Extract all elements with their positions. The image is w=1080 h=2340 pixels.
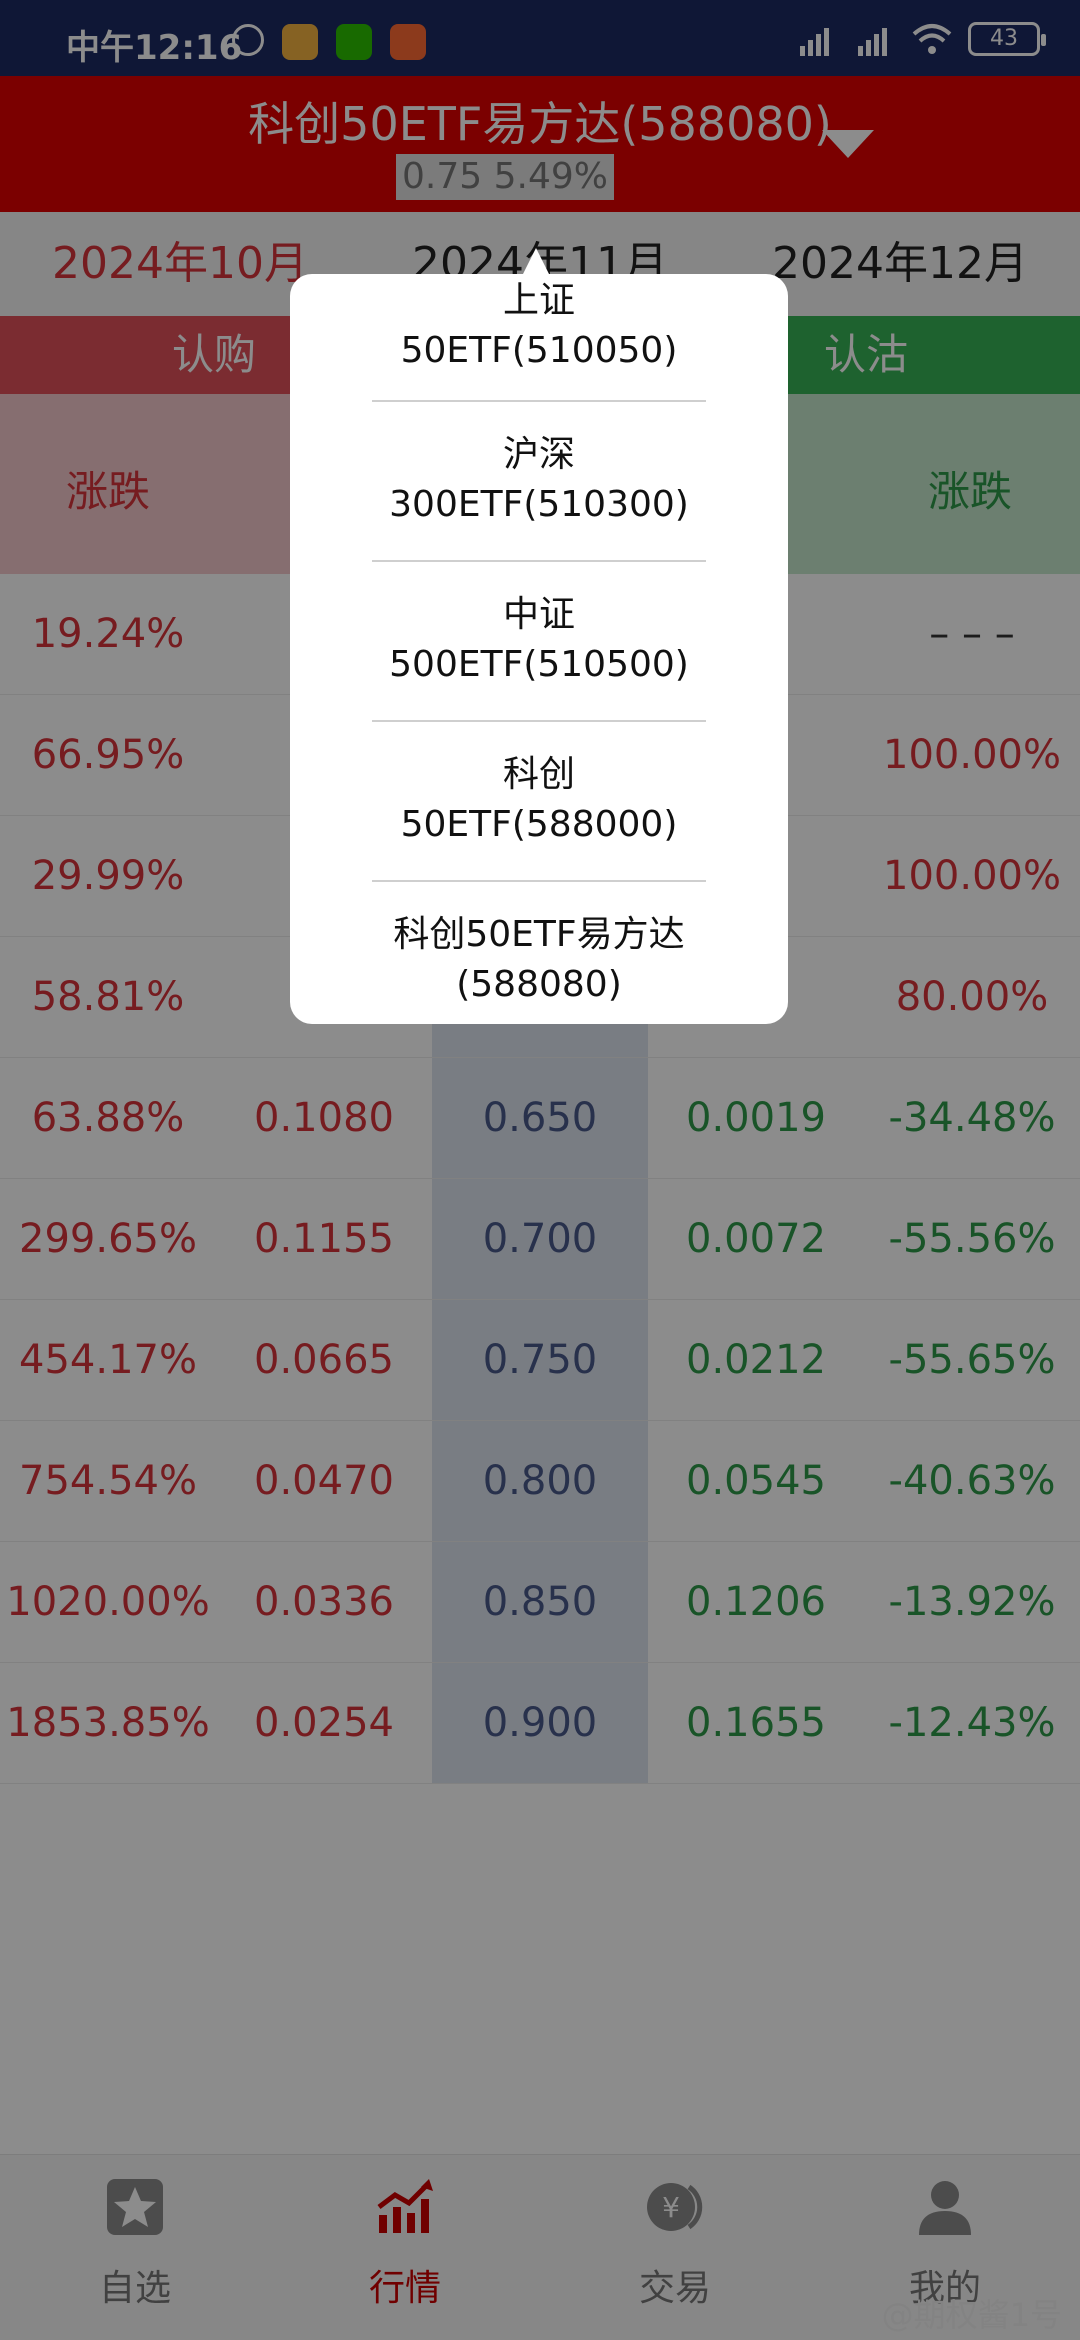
popup-option-510500[interactable]: 中证 500ETF(510500) [372,590,706,690]
option-line1: 科创50ETF易方达 [393,914,685,955]
popup-pointer [522,248,550,276]
option-line2: 50ETF(510050) [400,330,678,371]
underlying-selector-popup: 上证 50ETF(510050) 沪深 300ETF(510300) 中证 50… [290,274,788,1024]
divider [372,720,706,722]
option-line1: 上证 [502,280,575,321]
option-line2: 300ETF(510300) [389,484,689,525]
option-line1: 沪深 [502,434,575,475]
popup-option-510300[interactable]: 沪深 300ETF(510300) [372,430,706,530]
divider [372,560,706,562]
popup-option-588000[interactable]: 科创 50ETF(588000) [372,750,706,850]
divider [372,400,706,402]
option-line2: (588080) [456,964,622,1005]
option-line2: 50ETF(588000) [400,804,678,845]
option-line2: 500ETF(510500) [389,644,689,685]
option-line1: 中证 [502,594,575,635]
divider [372,880,706,882]
popup-option-588080[interactable]: 科创50ETF易方达 (588080) [372,910,706,1010]
popup-option-510050[interactable]: 上证 50ETF(510050) [372,276,706,376]
option-line1: 科创 [502,754,575,795]
